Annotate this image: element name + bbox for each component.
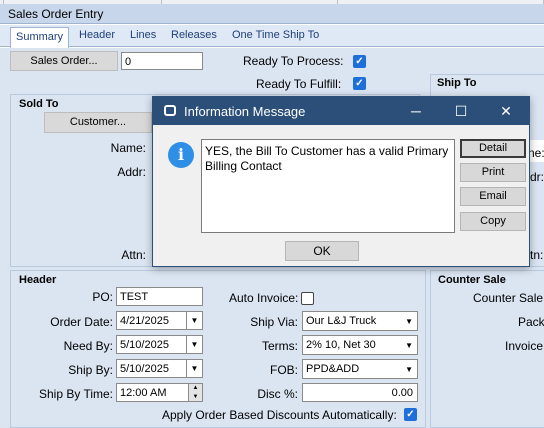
ok-button[interactable]: OK <box>285 241 359 261</box>
tab-bar: Summary Header Lines Releases One Time S… <box>0 25 544 48</box>
ship-via-select[interactable]: Our L&J Truck ▼ <box>302 311 418 331</box>
sales-order-button[interactable]: Sales Order... <box>10 51 118 71</box>
ready-to-fulfill-label: Ready To Fulfill: <box>256 77 342 91</box>
ship-to-name-label: ne: <box>528 146 544 160</box>
chevron-down-icon[interactable]: ▼ <box>186 336 202 353</box>
terms-label: Terms: <box>262 339 298 353</box>
ready-to-process-checkbox[interactable]: ✓ <box>353 55 366 68</box>
ready-to-fulfill-checkbox[interactable]: ✓ <box>353 77 366 90</box>
po-label: PO: <box>92 290 113 304</box>
chevron-down-icon: ▼ <box>405 341 413 350</box>
disc-label: Disc %: <box>257 387 298 401</box>
app-window-icon <box>164 105 176 116</box>
need-by-label: Need By: <box>63 339 113 353</box>
terms-select[interactable]: 2% 10, Net 30 ▼ <box>302 335 418 355</box>
auto-invoice-label: Auto Invoice: <box>229 291 299 305</box>
tab-header[interactable]: Header <box>79 29 115 41</box>
information-message-dialog: Information Message ─ ☐ ✕ i YES, the Bil… <box>152 96 530 267</box>
apply-discounts-checkbox[interactable]: ✓ <box>404 408 417 421</box>
sold-to-attn-label: Attn: <box>121 248 146 262</box>
ship-to-addr-label: dr: <box>530 170 544 184</box>
pack-label: Pack <box>518 315 544 329</box>
sold-to-name-label: Name: <box>110 141 146 155</box>
ship-by-value: 5/10/2025 <box>120 363 169 375</box>
need-by-field[interactable]: 5/10/2025 ▼ <box>116 335 203 354</box>
ship-by-time-field[interactable]: 12:00 AM ▲ ▼ <box>116 383 203 402</box>
po-field[interactable]: TEST <box>116 287 203 306</box>
order-date-field[interactable]: 4/21/2025 ▼ <box>116 311 203 330</box>
print-button[interactable]: Print <box>460 163 526 182</box>
ship-via-label: Ship Via: <box>250 315 298 329</box>
email-button[interactable]: Email <box>460 187 526 206</box>
chevron-down-icon[interactable]: ▼ <box>186 360 202 377</box>
order-date-label: Order Date: <box>50 315 113 329</box>
detail-button[interactable]: Detail <box>460 139 526 158</box>
tab-summary[interactable]: Summary <box>10 27 70 48</box>
terms-value: 2% 10, Net 30 <box>306 339 376 351</box>
info-icon: i <box>168 142 194 168</box>
counter-sale-label: Counter Sale <box>473 291 544 305</box>
chevron-down-icon[interactable]: ▼ <box>186 312 202 329</box>
ship-by-label: Ship By: <box>68 363 113 377</box>
ship-via-value: Our L&J Truck <box>306 315 377 327</box>
dialog-title: Information Message <box>184 104 306 119</box>
chevron-down-icon: ▼ <box>405 365 413 374</box>
disc-field[interactable]: 0.00 <box>302 383 418 402</box>
dialog-title-bar[interactable]: Information Message ─ ☐ ✕ <box>153 97 529 125</box>
order-date-value: 4/21/2025 <box>120 315 169 327</box>
sold-to-heading: Sold To <box>19 98 59 110</box>
ship-by-time-label: Ship By Time: <box>38 387 113 401</box>
counter-sale-heading: Counter Sale <box>438 274 506 286</box>
fob-label: FOB: <box>269 363 298 377</box>
close-icon[interactable]: ✕ <box>486 97 526 125</box>
tab-one-time-ship-to[interactable]: One Time Ship To <box>232 29 319 41</box>
customer-button[interactable]: Customer... <box>44 112 152 133</box>
maximize-icon[interactable]: ☐ <box>441 97 481 125</box>
invoice-label: Invoice <box>505 339 544 353</box>
auto-invoice-checkbox[interactable] <box>301 292 314 305</box>
apply-discounts-label: Apply Order Based Discounts Automaticall… <box>162 408 397 422</box>
sold-to-addr-label: Addr: <box>117 165 146 179</box>
fob-select[interactable]: PPD&ADD ▼ <box>302 359 418 379</box>
minimize-icon[interactable]: ─ <box>396 97 436 125</box>
copy-button[interactable]: Copy <box>460 212 526 231</box>
fob-value: PPD&ADD <box>306 363 360 375</box>
ship-to-attn-label: tn: <box>530 248 544 262</box>
need-by-value: 5/10/2025 <box>120 339 169 351</box>
header-heading: Header <box>19 274 57 286</box>
spinner-arrows-icon[interactable]: ▲ ▼ <box>188 384 202 401</box>
chevron-down-icon: ▼ <box>405 317 413 326</box>
tab-lines[interactable]: Lines <box>130 29 156 41</box>
window-title: Sales Order Entry <box>0 4 544 24</box>
ready-to-process-label: Ready To Process: <box>243 54 344 68</box>
ship-by-field[interactable]: 5/10/2025 ▼ <box>116 359 203 378</box>
sales-order-field[interactable]: 0 <box>121 52 203 70</box>
tab-releases[interactable]: Releases <box>171 29 217 41</box>
ship-by-time-value: 12:00 AM <box>120 387 167 399</box>
message-text-box[interactable]: YES, the Bill To Customer has a valid Pr… <box>201 139 455 233</box>
ship-to-heading: Ship To <box>437 77 477 89</box>
